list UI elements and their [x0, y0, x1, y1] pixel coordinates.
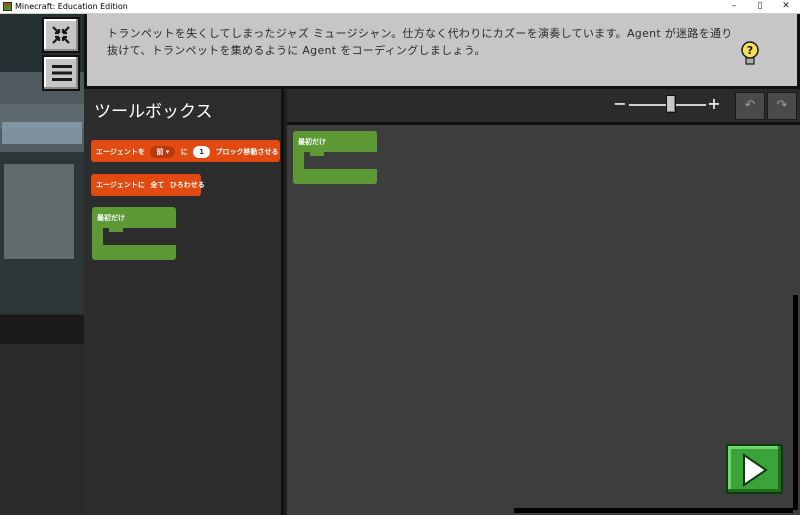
minimize-button[interactable]: – — [721, 0, 747, 14]
on-start-arm — [92, 228, 103, 245]
workspace-toolbar — [287, 89, 800, 125]
move-prefix: エージェントを — [96, 148, 145, 156]
redo-button[interactable]: ↷ — [767, 92, 797, 120]
play-icon — [743, 453, 768, 487]
instruction-panel: トランペットを失くしてしまったジャズ ミュージシャン。仕方なく代わりにカズーを演… — [84, 14, 800, 89]
toolbox-heading: ツールボックス — [94, 102, 213, 122]
svg-text:?: ? — [747, 44, 753, 57]
collect-all: 全て — [150, 181, 165, 189]
on-start-label: 最初だけ — [92, 207, 176, 228]
collect-prefix: エージェントに — [96, 181, 145, 189]
backdrop-block — [4, 164, 74, 259]
backdrop-sign — [2, 122, 82, 144]
window-title-bar: Minecraft: Education Edition – ▯ ✕ — [0, 0, 800, 14]
instruction-text: トランペットを失くしてしまったジャズ ミュージシャン。仕方なく代わりにカズーを演… — [107, 27, 733, 57]
collapse-button[interactable] — [42, 17, 80, 53]
on-start-notch — [109, 228, 123, 232]
redo-icon: ↷ — [776, 98, 788, 113]
undo-icon: ↶ — [744, 98, 756, 113]
window-title: Minecraft: Education Edition — [15, 2, 128, 11]
workspace-on-start-arm — [293, 152, 304, 169]
workspace-on-start-notch — [310, 152, 324, 156]
on-start-footer — [92, 245, 176, 260]
zoom-slider-thumb[interactable] — [666, 95, 677, 113]
agent-collect-block[interactable]: エージェントに 全て ひろわせる — [91, 174, 205, 196]
move-particle: に — [180, 148, 188, 156]
toolbox-on-start-block[interactable]: 最初だけ — [92, 207, 176, 261]
close-button[interactable]: ✕ — [773, 0, 799, 14]
run-code-button[interactable] — [726, 444, 783, 494]
collect-suffix: ひろわせる — [169, 181, 205, 189]
lightbulb-question-icon: ? — [741, 41, 759, 65]
maximize-button[interactable]: ▯ — [747, 0, 773, 14]
hint-button[interactable]: ? — [740, 41, 760, 67]
zoom-in-button[interactable]: + — [707, 96, 721, 112]
move-count-input[interactable]: 1 — [193, 146, 211, 158]
direction-dropdown[interactable]: 前 ▾ — [150, 146, 176, 158]
agent-move-block[interactable]: エージェントを 前 ▾ に 1 ブロック移動させる — [91, 140, 280, 162]
horizontal-scrollbar[interactable] — [514, 508, 793, 513]
workspace-on-start-label: 最初だけ — [293, 131, 377, 152]
hamburger-icon — [52, 65, 72, 81]
workspace-on-start-footer — [293, 169, 377, 184]
collapse-arrows-icon — [52, 26, 70, 44]
move-suffix: ブロック移動させる — [215, 148, 279, 156]
menu-button[interactable] — [42, 55, 80, 91]
undo-button[interactable]: ↶ — [735, 92, 765, 120]
zoom-out-button[interactable]: − — [613, 96, 627, 112]
workspace-on-start-block[interactable]: 最初だけ — [293, 131, 377, 185]
minecraft-app-icon — [3, 2, 12, 11]
vertical-scrollbar[interactable] — [793, 295, 798, 510]
backdrop-floor — [0, 344, 84, 515]
